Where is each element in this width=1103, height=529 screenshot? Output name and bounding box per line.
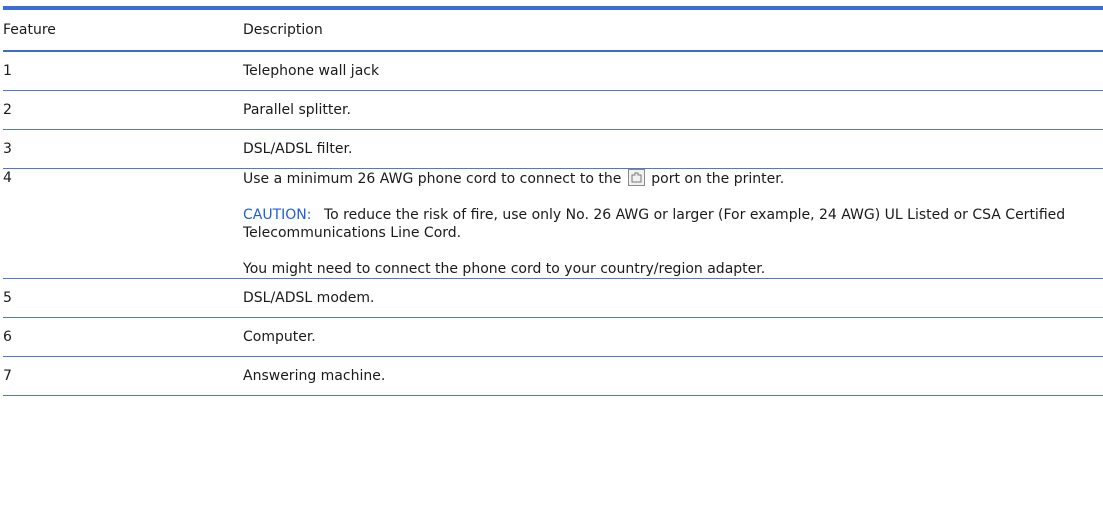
table-row: 5 DSL/ADSL modem. (3, 278, 1103, 318)
column-header-feature: Feature (3, 8, 243, 52)
caution-note: CAUTION: To reduce the risk of fire, use… (243, 206, 1103, 242)
table-row: 6 Computer. (3, 317, 1103, 357)
feature-table: Feature Description 1 Telephone wall jac… (3, 6, 1103, 396)
caution-text: To reduce the risk of fire, use only No.… (243, 207, 1066, 241)
feature-number: 6 (3, 317, 243, 357)
feature-description: Use a minimum 26 AWG phone cord to conne… (243, 168, 1103, 279)
instruction-text-end: port on the printer. (651, 171, 785, 187)
table-row: 4 Use a minimum 26 AWG phone cord to con… (3, 168, 1103, 279)
instruction-text-start: Use a minimum 26 AWG phone cord to conne… (243, 171, 622, 187)
feature-number: 1 (3, 51, 243, 91)
feature-description: Parallel splitter. (243, 90, 1103, 130)
feature-description: Answering machine. (243, 356, 1103, 396)
feature-number: 7 (3, 356, 243, 396)
feature-description: Computer. (243, 317, 1103, 357)
adapter-note: You might need to connect the phone cord… (243, 261, 766, 277)
feature-description: DSL/ADSL modem. (243, 278, 1103, 318)
feature-description: DSL/ADSL filter. (243, 129, 1103, 169)
phone-port-icon (627, 169, 645, 186)
column-header-description: Description (243, 8, 1103, 52)
table-row: 1 Telephone wall jack (3, 51, 1103, 91)
table-header-row: Feature Description (3, 8, 1103, 52)
feature-number: 4 (3, 168, 243, 279)
table-row: 3 DSL/ADSL filter. (3, 129, 1103, 169)
feature-number: 5 (3, 278, 243, 318)
feature-number: 3 (3, 129, 243, 169)
caution-label: CAUTION: (243, 207, 312, 223)
feature-number: 2 (3, 90, 243, 130)
table-row: 7 Answering machine. (3, 356, 1103, 396)
feature-description: Telephone wall jack (243, 51, 1103, 91)
document-page: Feature Description 1 Telephone wall jac… (0, 0, 1103, 529)
table-row: 2 Parallel splitter. (3, 90, 1103, 130)
phone-cord-instruction: Use a minimum 26 AWG phone cord to conne… (243, 169, 1103, 188)
